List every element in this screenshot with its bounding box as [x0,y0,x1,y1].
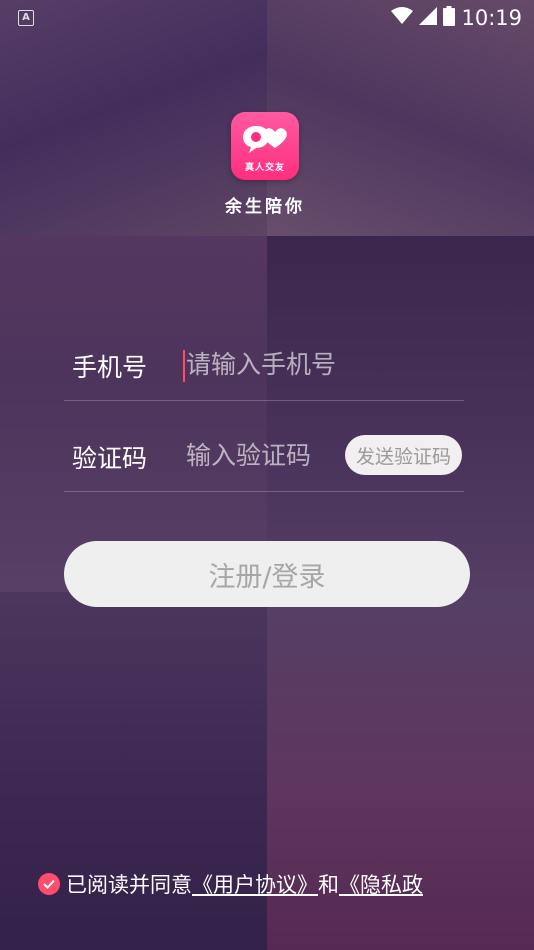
phone-input[interactable] [184,344,456,384]
send-code-button[interactable]: 发送验证码 [345,435,462,475]
agreement-prefix: 已阅读并同意 [66,873,192,897]
notification-app-icon: A [18,10,34,26]
phone-row: 手机号 [64,330,464,401]
logo-text: 真人交友 [244,163,285,173]
verification-code-label: 验证码 [72,444,148,473]
privacy-policy-link[interactable]: 《隐私政 [339,869,423,899]
verification-code-row: 验证码 发送验证码 [64,421,464,492]
phone-label: 手机号 [72,353,148,382]
user-agreement-link[interactable]: 《用户协议》 [192,869,318,899]
battery-icon [443,6,456,30]
speech-bubble-heart-icon [243,126,287,153]
app-name: 余生陪你 [225,197,305,217]
register-login-button[interactable]: 注册/登录 [64,541,470,607]
cellular-signal-icon [419,7,438,29]
status-bar: A 10:19 [0,0,534,36]
agreement-checkbox[interactable] [38,873,60,895]
wifi-icon [391,7,414,29]
checkmark-icon [43,879,55,889]
agreement-connector: 和 [318,873,339,897]
verification-code-input[interactable] [184,435,346,475]
app-logo: 真人交友 [231,112,299,180]
clock: 10:19 [461,6,522,30]
agreement: 已阅读并同意 《用户协议》 和 《隐私政 [38,868,528,900]
